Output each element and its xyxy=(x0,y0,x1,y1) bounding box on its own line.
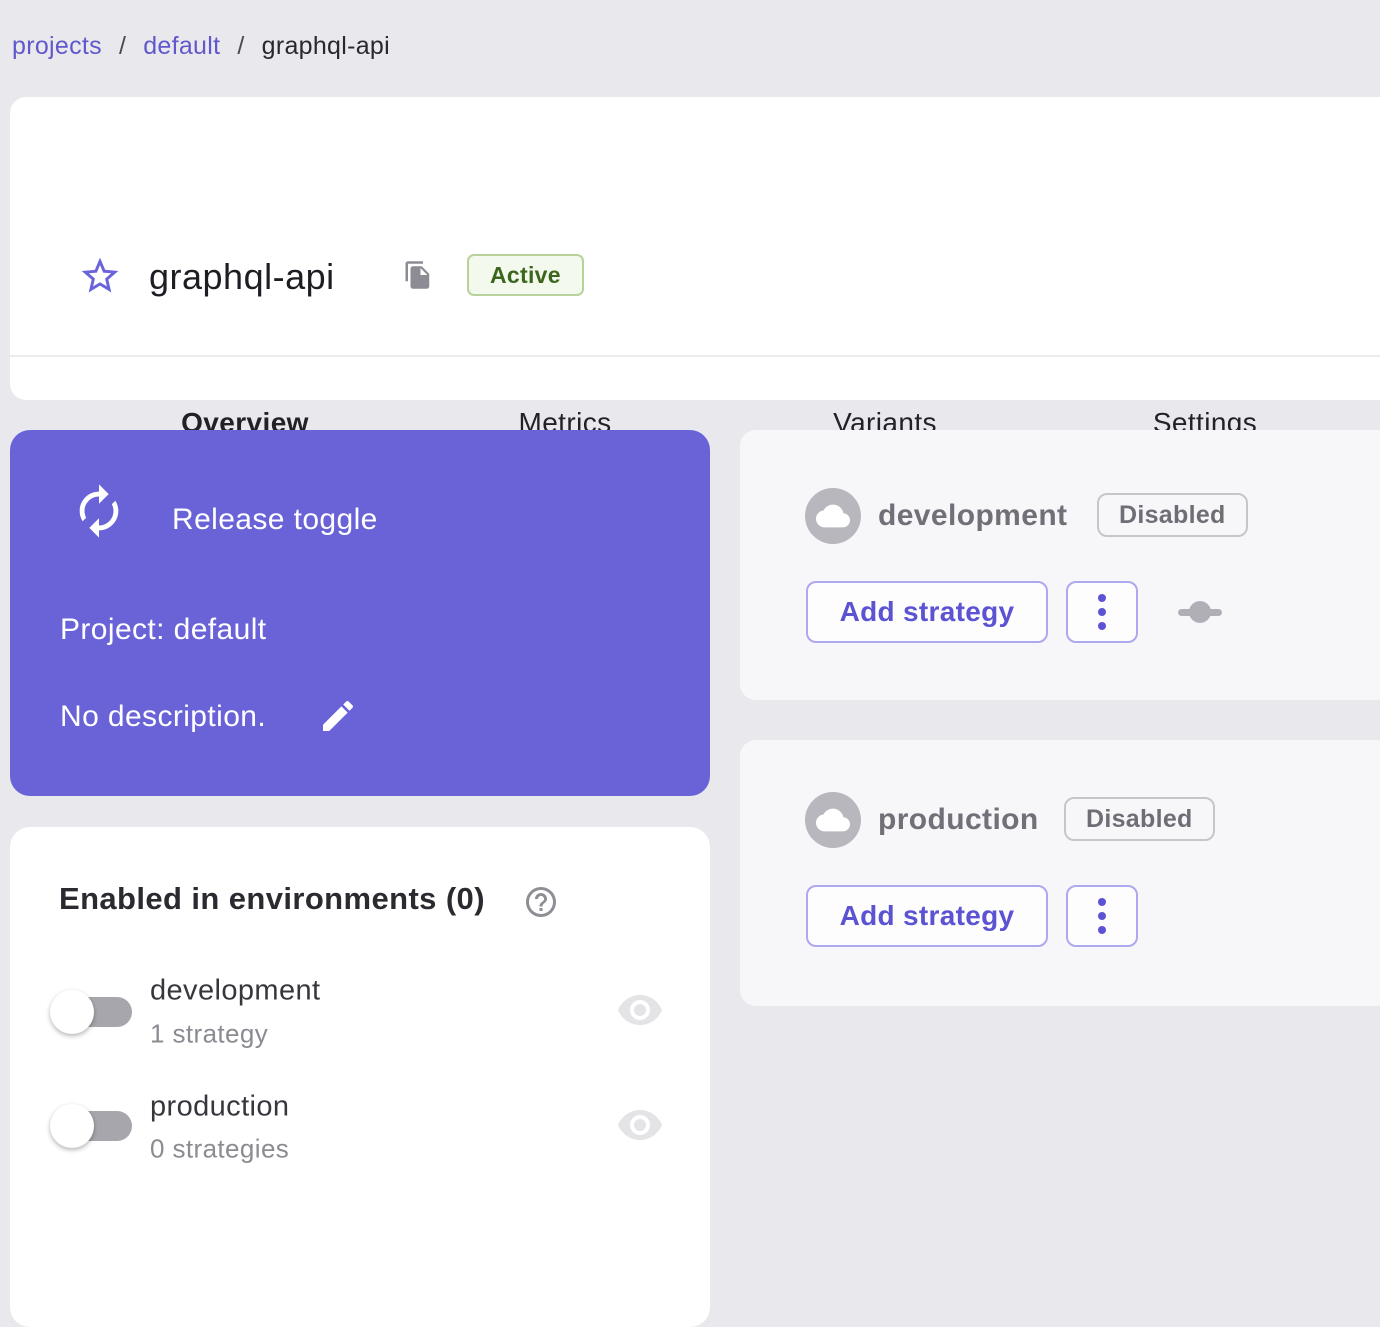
toggle-knob xyxy=(50,1104,94,1148)
environment-row-strategies: 1 strategy xyxy=(150,1018,269,1049)
feature-toggle-page: projects / default / graphql-api graphql… xyxy=(0,0,1380,1327)
kebab-menu-button[interactable] xyxy=(1066,581,1138,643)
breadcrumb-default-link[interactable]: default xyxy=(143,32,220,61)
environment-row-strategies: 0 strategies xyxy=(150,1133,290,1164)
toggle-info-card: Release toggle Project: default No descr… xyxy=(10,430,710,796)
enabled-environments-title: Enabled in environments (0) xyxy=(59,881,485,916)
favorite-star-icon[interactable] xyxy=(78,254,122,298)
cloud-icon xyxy=(816,808,850,832)
kebab-dot xyxy=(1098,622,1106,630)
kebab-dot xyxy=(1098,912,1106,920)
environment-toggle-development[interactable] xyxy=(50,990,134,1034)
kebab-dot xyxy=(1098,898,1106,906)
environment-row-label: development xyxy=(150,974,321,1007)
toggle-type-label: Release toggle xyxy=(172,503,378,536)
slider-icon[interactable] xyxy=(1178,596,1222,628)
breadcrumb: projects / default / graphql-api xyxy=(12,28,390,64)
kebab-dot xyxy=(1098,608,1106,616)
add-strategy-button[interactable]: Add strategy xyxy=(806,581,1048,643)
page-title: graphql-api xyxy=(149,256,335,297)
environment-avatar xyxy=(805,792,861,848)
environment-name: development xyxy=(878,499,1068,532)
breadcrumb-separator: / xyxy=(237,31,245,60)
eye-icon[interactable] xyxy=(616,1110,664,1144)
feature-header-card: graphql-api Active Overview Metrics Vari… xyxy=(10,97,1380,495)
add-strategy-button[interactable]: Add strategy xyxy=(806,885,1048,947)
edit-pencil-icon[interactable] xyxy=(318,696,358,736)
feature-title-row: graphql-api Active xyxy=(10,97,1380,297)
toggle-knob xyxy=(50,990,94,1034)
enabled-environments-card: Enabled in environments (0) development … xyxy=(10,827,710,1327)
environment-name: production xyxy=(878,803,1039,836)
environment-avatar xyxy=(805,488,861,544)
environment-card-development: development Disabled Add strategy xyxy=(740,430,1380,700)
environment-row-label: production xyxy=(150,1090,290,1123)
help-icon[interactable] xyxy=(523,884,559,920)
eye-icon[interactable] xyxy=(616,995,664,1029)
kebab-menu-button[interactable] xyxy=(1066,885,1138,947)
environment-status-badge: Disabled xyxy=(1064,797,1215,841)
breadcrumb-current: graphql-api xyxy=(261,31,390,60)
slider-knob xyxy=(1189,601,1211,623)
kebab-dot xyxy=(1098,594,1106,602)
cloud-icon xyxy=(816,504,850,528)
environment-toggle-production[interactable] xyxy=(50,1104,134,1148)
copy-icon[interactable] xyxy=(403,258,433,292)
environment-status-badge: Disabled xyxy=(1097,493,1248,537)
kebab-dot xyxy=(1098,926,1106,934)
autorenew-icon xyxy=(79,484,119,538)
environment-card-production: production Disabled Add strategy xyxy=(740,740,1380,1006)
toggle-description: No description. xyxy=(60,700,267,733)
status-badge: Active xyxy=(467,254,584,296)
breadcrumb-separator: / xyxy=(118,31,127,60)
breadcrumb-projects-link[interactable]: projects xyxy=(12,32,102,61)
toggle-project-label: Project: default xyxy=(60,613,267,646)
